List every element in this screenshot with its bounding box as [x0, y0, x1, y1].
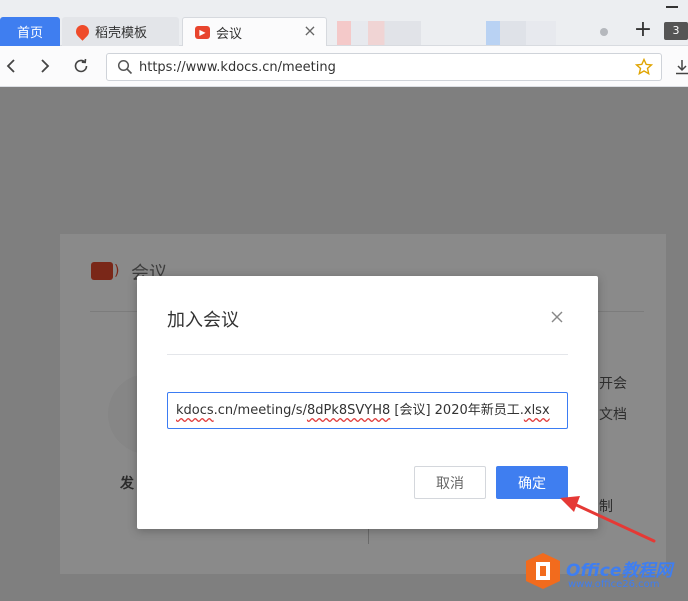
download-icon[interactable]: [676, 59, 688, 75]
daoke-logo-icon: [73, 22, 92, 41]
watermark-url: www.office26.com: [568, 579, 660, 590]
input-text-part: 8dPk8SVYH8: [306, 403, 391, 418]
new-tab-button[interactable]: +: [632, 19, 654, 43]
cancel-button[interactable]: 取消: [414, 466, 486, 499]
chevron-left-icon: [6, 59, 15, 73]
search-icon: [117, 59, 133, 75]
tab-count-badge[interactable]: 3: [664, 22, 688, 40]
watermark-title: Office教程网: [566, 561, 673, 581]
star-bookmark-icon[interactable]: [635, 58, 653, 76]
input-text-part: [会议] 2020年新员工.: [390, 403, 524, 418]
back-button[interactable]: [0, 55, 22, 77]
feature-item-document: 文档: [599, 407, 627, 423]
browser-nav-bar: https://www.kdocs.cn/meeting: [0, 46, 688, 87]
reload-button[interactable]: [70, 55, 92, 77]
tab-close-icon[interactable]: ×: [302, 23, 318, 39]
tab-home-label: 首页: [16, 26, 43, 41]
window-minimize-icon[interactable]: [666, 6, 678, 8]
screenshot: 首页 稻壳模板 ▶ 会议 × + 3 https://www.kdocs.cn/…: [0, 0, 688, 601]
meeting-logo-icon: ▶: [195, 25, 210, 39]
close-icon[interactable]: [549, 309, 565, 325]
meeting-link-input[interactable]: kdocs.cn/meeting/s/8dPk8SVYH8 [会议] 2020年…: [167, 392, 568, 429]
sound-wave-icon: ): [114, 263, 120, 279]
input-text-part: xlsx: [523, 403, 550, 418]
tab-blurred[interactable]: [486, 21, 586, 45]
address-bar[interactable]: https://www.kdocs.cn/meeting: [106, 53, 662, 81]
divider: [368, 528, 369, 544]
start-meeting-label: 发: [120, 476, 134, 492]
browser-tab-bar: 首页 稻壳模板 ▶ 会议 × + 3: [0, 0, 688, 46]
tab-meeting[interactable]: ▶ 会议 ×: [182, 17, 327, 46]
tab-daoke-template[interactable]: 稻壳模板: [62, 17, 179, 46]
tab-daoke-label: 稻壳模板: [95, 26, 148, 41]
reload-icon: [74, 58, 88, 73]
tab-dot-icon: [600, 28, 608, 36]
chevron-right-icon: [41, 59, 50, 73]
dialog-title: 加入会议: [167, 310, 239, 331]
office-logo-icon: [526, 553, 560, 589]
dialog-divider: [167, 354, 568, 355]
tab-meeting-label: 会议: [216, 26, 243, 42]
input-text-part: .cn/meeting/s/: [213, 403, 307, 418]
meeting-logo-icon: [91, 262, 113, 280]
tab-blurred[interactable]: [337, 21, 477, 45]
join-meeting-dialog: 加入会议 kdocs.cn/meeting/s/8dPk8SVYH8 [会议] …: [137, 276, 598, 529]
forward-button[interactable]: [34, 55, 56, 77]
confirm-button[interactable]: 确定: [496, 466, 568, 499]
feature-item-control: 制: [599, 499, 613, 515]
url-text[interactable]: https://www.kdocs.cn/meeting: [139, 59, 336, 76]
input-text-part: kdocs: [176, 403, 214, 418]
feature-item-meeting: 开会: [599, 376, 627, 392]
tab-home[interactable]: 首页: [0, 17, 60, 46]
